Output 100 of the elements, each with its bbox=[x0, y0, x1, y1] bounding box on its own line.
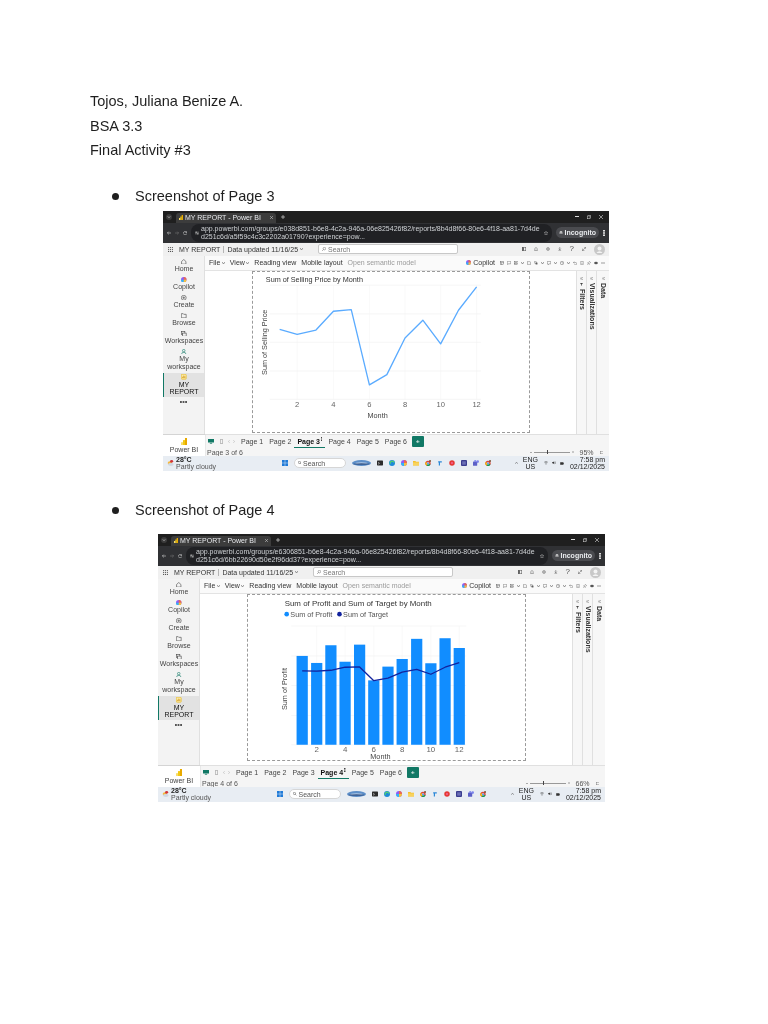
battery-icon[interactable] bbox=[555, 792, 560, 796]
comment-icon[interactable] bbox=[503, 583, 507, 588]
square-app-icon[interactable] bbox=[460, 460, 467, 466]
shapes-icon[interactable] bbox=[534, 260, 538, 265]
clock-icon[interactable] bbox=[560, 260, 564, 265]
more-icon[interactable] bbox=[175, 723, 182, 726]
chevrons-left-icon[interactable] bbox=[586, 599, 589, 603]
chevrons-left-icon[interactable] bbox=[580, 276, 583, 280]
download-icon[interactable] bbox=[554, 570, 558, 574]
add-page-button[interactable] bbox=[412, 436, 424, 447]
weather-icon[interactable] bbox=[162, 791, 169, 797]
undo-icon[interactable] bbox=[573, 260, 577, 265]
phone-icon[interactable] bbox=[215, 770, 218, 775]
more-icon[interactable] bbox=[320, 437, 323, 441]
swirl-icon[interactable] bbox=[384, 791, 390, 797]
comment-icon[interactable] bbox=[507, 260, 511, 265]
fit-page-icon[interactable] bbox=[599, 450, 603, 454]
add-page-button[interactable] bbox=[407, 767, 419, 778]
panel-icon[interactable] bbox=[518, 570, 523, 574]
chevrons-left-icon[interactable] bbox=[597, 599, 601, 603]
chevrons-left-icon[interactable] bbox=[601, 276, 605, 280]
apps-icon[interactable] bbox=[168, 246, 173, 252]
sliders-icon[interactable] bbox=[195, 230, 199, 235]
wifi-icon[interactable] bbox=[543, 461, 548, 465]
restore-icon[interactable] bbox=[587, 214, 591, 219]
chevron-down-icon[interactable] bbox=[161, 536, 167, 543]
help-button[interactable]: ? bbox=[569, 245, 574, 253]
oval-thumbnail-icon[interactable] bbox=[347, 791, 366, 797]
reload-icon[interactable] bbox=[178, 553, 182, 558]
chevrons-left-icon[interactable] bbox=[590, 276, 593, 280]
start-icon[interactable] bbox=[281, 460, 288, 466]
reload-icon[interactable] bbox=[183, 230, 187, 235]
sparkle-circle-icon[interactable] bbox=[396, 791, 402, 797]
desktop-icon[interactable] bbox=[203, 770, 209, 775]
settings-icon[interactable] bbox=[546, 247, 551, 251]
chat-icon[interactable] bbox=[547, 260, 551, 265]
new-tab-icon[interactable] bbox=[276, 537, 280, 542]
terminal-icon[interactable] bbox=[372, 791, 378, 797]
settings-icon[interactable] bbox=[542, 570, 547, 574]
pin-icon[interactable] bbox=[587, 260, 591, 265]
sparkle-circle-icon[interactable] bbox=[400, 460, 407, 466]
close-icon[interactable] bbox=[595, 537, 599, 542]
ring-app-icon[interactable] bbox=[444, 791, 450, 797]
apps-icon[interactable] bbox=[163, 569, 168, 575]
sliders-icon[interactable] bbox=[190, 553, 194, 558]
ring-app-icon[interactable] bbox=[448, 460, 455, 466]
phone-icon[interactable] bbox=[220, 439, 223, 444]
back-icon[interactable] bbox=[162, 553, 166, 558]
browser-badge-icon[interactable] bbox=[484, 460, 491, 466]
bookmark-icon[interactable] bbox=[576, 583, 580, 588]
clock-icon[interactable] bbox=[556, 583, 560, 588]
browser-badge-icon[interactable] bbox=[424, 460, 431, 466]
new-tab-icon[interactable] bbox=[281, 214, 285, 219]
star-icon[interactable] bbox=[539, 553, 544, 558]
t-shape-app-icon[interactable] bbox=[432, 791, 438, 797]
close-icon[interactable] bbox=[270, 216, 273, 219]
table-icon[interactable] bbox=[500, 260, 504, 265]
swirl-icon[interactable] bbox=[388, 460, 395, 466]
panel-icon[interactable] bbox=[522, 247, 527, 251]
document-icon[interactable] bbox=[527, 260, 531, 265]
browser-badge-icon[interactable] bbox=[480, 791, 486, 797]
zoom-slider[interactable] bbox=[530, 781, 567, 785]
bell-icon[interactable] bbox=[530, 570, 535, 574]
browser-badge-icon[interactable] bbox=[420, 791, 426, 797]
document-icon[interactable] bbox=[523, 583, 527, 588]
share-icon[interactable] bbox=[582, 247, 586, 251]
bookmark-icon[interactable] bbox=[580, 260, 584, 265]
chevron-down-icon[interactable] bbox=[166, 213, 172, 220]
share-icon[interactable] bbox=[578, 570, 582, 574]
start-icon[interactable] bbox=[277, 791, 283, 797]
speaker-icon[interactable] bbox=[547, 792, 552, 796]
people-app-icon[interactable] bbox=[472, 460, 479, 466]
pin-icon[interactable] bbox=[583, 583, 587, 588]
t-shape-app-icon[interactable] bbox=[436, 460, 443, 466]
back-icon[interactable] bbox=[167, 230, 171, 235]
battery-icon[interactable] bbox=[559, 461, 564, 465]
layout-icon[interactable] bbox=[514, 260, 518, 265]
people-app-icon[interactable] bbox=[468, 791, 474, 797]
speaker-icon[interactable] bbox=[551, 461, 556, 465]
chat-icon[interactable] bbox=[543, 583, 547, 588]
star-icon[interactable] bbox=[543, 230, 548, 235]
zoom-slider[interactable] bbox=[534, 450, 571, 454]
more-icon[interactable] bbox=[180, 400, 187, 403]
fit-page-icon[interactable] bbox=[595, 781, 599, 785]
close-icon[interactable] bbox=[265, 539, 268, 542]
restore-icon[interactable] bbox=[583, 537, 587, 542]
table-icon[interactable] bbox=[496, 583, 500, 588]
terminal-icon[interactable] bbox=[376, 460, 383, 466]
oval-thumbnail-icon[interactable] bbox=[351, 460, 371, 466]
layout-icon[interactable] bbox=[510, 583, 514, 588]
shapes-icon[interactable] bbox=[530, 583, 534, 588]
bell-icon[interactable] bbox=[534, 247, 539, 251]
wifi-icon[interactable] bbox=[539, 792, 544, 796]
help-button[interactable]: ? bbox=[565, 568, 570, 576]
close-icon[interactable] bbox=[599, 214, 603, 219]
weather-icon[interactable] bbox=[167, 460, 174, 466]
undo-icon[interactable] bbox=[569, 583, 573, 588]
chevrons-left-icon[interactable] bbox=[576, 599, 579, 603]
desktop-icon[interactable] bbox=[208, 439, 214, 444]
download-icon[interactable] bbox=[558, 247, 562, 251]
